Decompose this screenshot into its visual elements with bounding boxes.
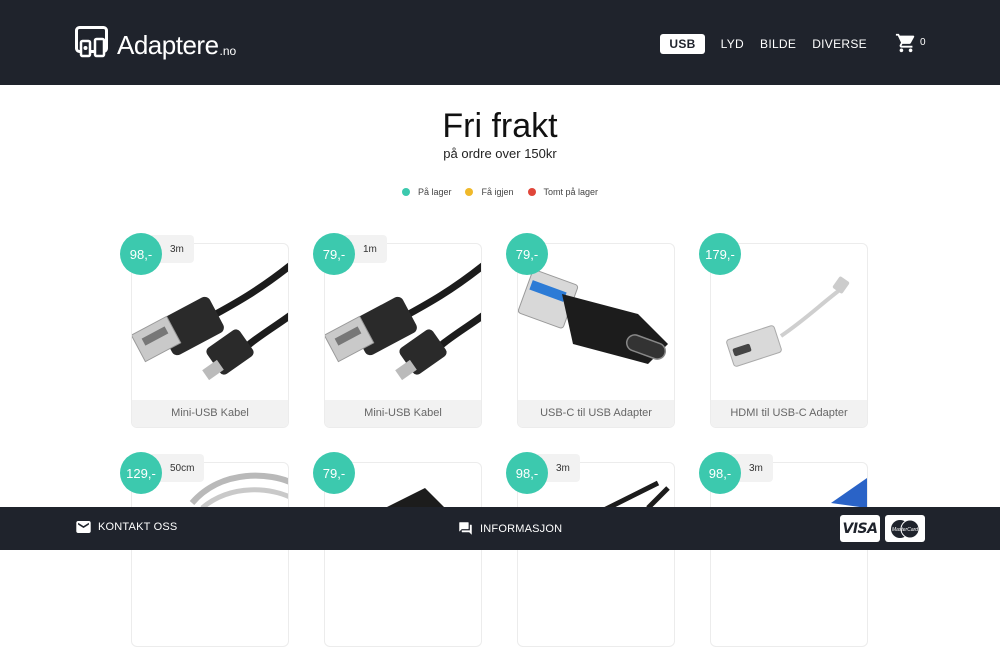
site-header: Adaptere .no USB LYD BILDE DIVERSE 0 (0, 0, 1000, 85)
price-badge: 98,- (120, 233, 162, 275)
green-dot-icon (401, 188, 410, 196)
nav-usb[interactable]: USB (660, 34, 705, 54)
legend-label: Få igjen (481, 187, 514, 197)
nav-bilde[interactable]: BILDE (760, 34, 796, 54)
product-card[interactable] (131, 462, 289, 647)
site-footer: KONTAKT OSS INFORMASJON VISA MasterCard (0, 507, 1000, 550)
product-name: Mini-USB Kabel (325, 400, 481, 427)
price-badge: 79,- (313, 233, 355, 275)
mastercard-logo: MasterCard (885, 515, 925, 542)
shopping-cart-icon (895, 33, 915, 53)
product-card[interactable] (324, 462, 482, 647)
product-card[interactable]: Mini-USB Kabel (324, 243, 482, 428)
legend-few-left: Få igjen (465, 187, 514, 197)
red-dot-icon (527, 188, 536, 196)
chat-icon (459, 522, 472, 535)
logo-text: Adaptere (117, 30, 219, 60)
legend-in-stock: På lager (401, 187, 452, 197)
cart-count: 0 (920, 37, 926, 48)
product-name: Mini-USB Kabel (132, 400, 288, 427)
product-card[interactable]: Mini-USB Kabel (131, 243, 289, 428)
info-link[interactable]: INFORMASJON (458, 521, 562, 536)
cart-button[interactable]: 0 (895, 32, 926, 54)
product-card[interactable] (710, 462, 868, 647)
legend-out-of-stock: Tomt på lager (527, 187, 599, 197)
mail-icon (76, 521, 91, 533)
price-badge: 79,- (313, 452, 355, 494)
price-badge: 98,- (506, 452, 548, 494)
hero-subtitle: på ordre over 150kr (443, 146, 557, 161)
product-name: HDMI til USB-C Adapter (711, 400, 867, 427)
price-badge: 79,- (506, 233, 548, 275)
mastercard-text: MasterCard (892, 527, 918, 533)
product-card[interactable]: USB-C til USB Adapter (517, 243, 675, 428)
nav-lyd[interactable]: LYD (721, 34, 744, 54)
info-label: INFORMASJON (480, 522, 563, 535)
price-badge: 98,- (699, 452, 741, 494)
product-card[interactable] (517, 462, 675, 647)
visa-text: VISA (842, 520, 878, 537)
legend-label: Tomt på lager (543, 187, 599, 197)
product-name: USB-C til USB Adapter (518, 400, 674, 427)
logo[interactable]: Adaptere .no (75, 24, 236, 58)
hero-title: Fri frakt (442, 107, 558, 145)
contact-label: KONTAKT OSS (98, 521, 178, 533)
contact-link[interactable]: KONTAKT OSS (76, 521, 177, 533)
main-nav: USB LYD BILDE DIVERSE (660, 34, 867, 54)
mastercard-icon: MasterCard (891, 519, 920, 538)
stock-legend: På lager Få igjen Tomt på lager (0, 187, 1000, 197)
adapter-logo-icon (75, 26, 108, 58)
logo-tld: .no (219, 44, 237, 58)
price-badge: 179,- (699, 233, 741, 275)
legend-label: På lager (417, 187, 452, 197)
yellow-dot-icon (465, 188, 474, 196)
price-badge: 129,- (120, 452, 162, 494)
nav-diverse[interactable]: DIVERSE (812, 34, 867, 54)
product-card[interactable]: HDMI til USB-C Adapter (710, 243, 868, 428)
visa-logo: VISA (840, 515, 880, 542)
